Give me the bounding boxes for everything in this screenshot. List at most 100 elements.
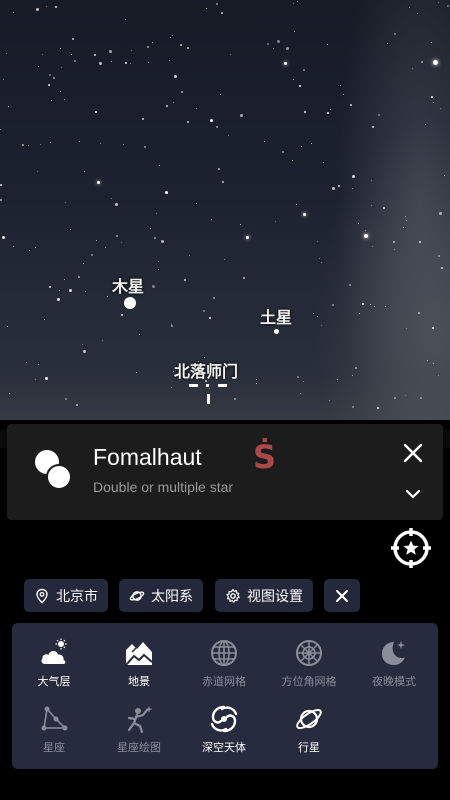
star (158, 261, 159, 262)
star (0, 129, 1, 130)
star (57, 298, 60, 301)
star (71, 54, 72, 55)
star (121, 314, 123, 316)
star (385, 306, 386, 307)
star (286, 47, 289, 50)
star (394, 33, 396, 35)
tile-constellation-art[interactable]: 星座绘图 (99, 704, 179, 764)
tile-night-mode[interactable]: 夜晚模式 (354, 638, 434, 698)
star (372, 126, 374, 128)
star (50, 142, 51, 143)
star (40, 144, 41, 145)
star (180, 44, 182, 46)
star (189, 255, 190, 256)
star (196, 108, 197, 109)
tile-constellations[interactable]: 星座 (14, 704, 94, 764)
tile-label: 行星 (298, 741, 320, 754)
star (78, 276, 80, 278)
chevron-down-icon[interactable] (403, 484, 423, 504)
star (171, 387, 172, 388)
star (317, 241, 318, 242)
star (82, 344, 83, 345)
star (256, 379, 257, 380)
star (371, 180, 372, 181)
star (2, 236, 5, 239)
star (292, 160, 293, 161)
star (352, 188, 353, 189)
star (60, 91, 61, 92)
view-settings-chip[interactable]: 视图设置 (215, 579, 313, 612)
star (60, 48, 61, 49)
star (13, 12, 14, 13)
star (221, 12, 223, 14)
tile-landscape[interactable]: 地景 (99, 638, 179, 698)
close-settings-button[interactable] (324, 579, 360, 612)
star (240, 224, 241, 225)
tile-label: 地景 (128, 675, 150, 688)
star (313, 313, 314, 314)
star (37, 171, 38, 172)
object-name: Fomalhaut (93, 444, 202, 470)
star (403, 227, 404, 228)
close-icon[interactable] (400, 440, 426, 466)
star (321, 325, 322, 326)
star (150, 228, 151, 229)
star (154, 237, 156, 239)
star (352, 406, 354, 408)
star (372, 246, 373, 247)
star (55, 6, 57, 8)
object-info-card[interactable]: Fomalhaut Double or multiple star Ṡ (7, 424, 443, 520)
sky-view[interactable]: 木星 土星 北落师门 (0, 0, 450, 440)
tile-label: 星座绘图 (117, 741, 161, 754)
constellation-art-icon (127, 706, 153, 734)
star (111, 61, 112, 62)
bright-star (246, 236, 249, 239)
star (3, 79, 4, 80)
star (211, 219, 212, 220)
view-settings-label: 视图设置 (247, 588, 303, 605)
star (343, 94, 344, 95)
tile-label: 深空天体 (202, 741, 246, 754)
tile-azimuthal-grid[interactable]: 方位角网格 (269, 638, 349, 698)
tile-deep-sky[interactable]: 深空天体 (184, 704, 264, 764)
fomalhaut-label: 北落师门 (174, 362, 239, 381)
star (181, 91, 183, 93)
star (131, 50, 132, 51)
star (29, 250, 30, 251)
tile-planets[interactable]: 行星 (269, 704, 349, 764)
star (294, 31, 295, 32)
star (293, 3, 294, 4)
star (85, 291, 86, 292)
star (209, 388, 210, 389)
solar-system-chip[interactable]: 太阳系 (119, 579, 203, 612)
double-star-icon (35, 450, 79, 494)
star (147, 46, 149, 48)
jupiter-dot[interactable] (124, 297, 136, 309)
star (13, 246, 14, 247)
tile-atmosphere[interactable]: 大气层 (14, 638, 94, 698)
star (152, 285, 155, 288)
star (35, 247, 36, 248)
location-chip[interactable]: 北京市 (24, 579, 108, 612)
saturn-dot[interactable] (274, 329, 279, 334)
star (230, 54, 231, 55)
star (447, 5, 449, 7)
star (79, 141, 80, 142)
star (378, 114, 380, 116)
star (94, 54, 96, 56)
star (36, 8, 39, 11)
star (174, 75, 177, 78)
crosshair-star-icon[interactable] (390, 527, 432, 569)
star (332, 187, 335, 190)
star (152, 42, 153, 43)
star (412, 68, 413, 69)
location-label: 北京市 (56, 588, 98, 605)
tile-label: 大气层 (37, 675, 71, 688)
tile-equatorial-grid[interactable]: 赤道网格 (184, 638, 264, 698)
constellation-icon (41, 706, 68, 731)
azimuthal-grid-icon (296, 640, 322, 666)
star (224, 259, 225, 260)
star (256, 383, 257, 384)
star (332, 304, 334, 306)
star (421, 61, 423, 63)
